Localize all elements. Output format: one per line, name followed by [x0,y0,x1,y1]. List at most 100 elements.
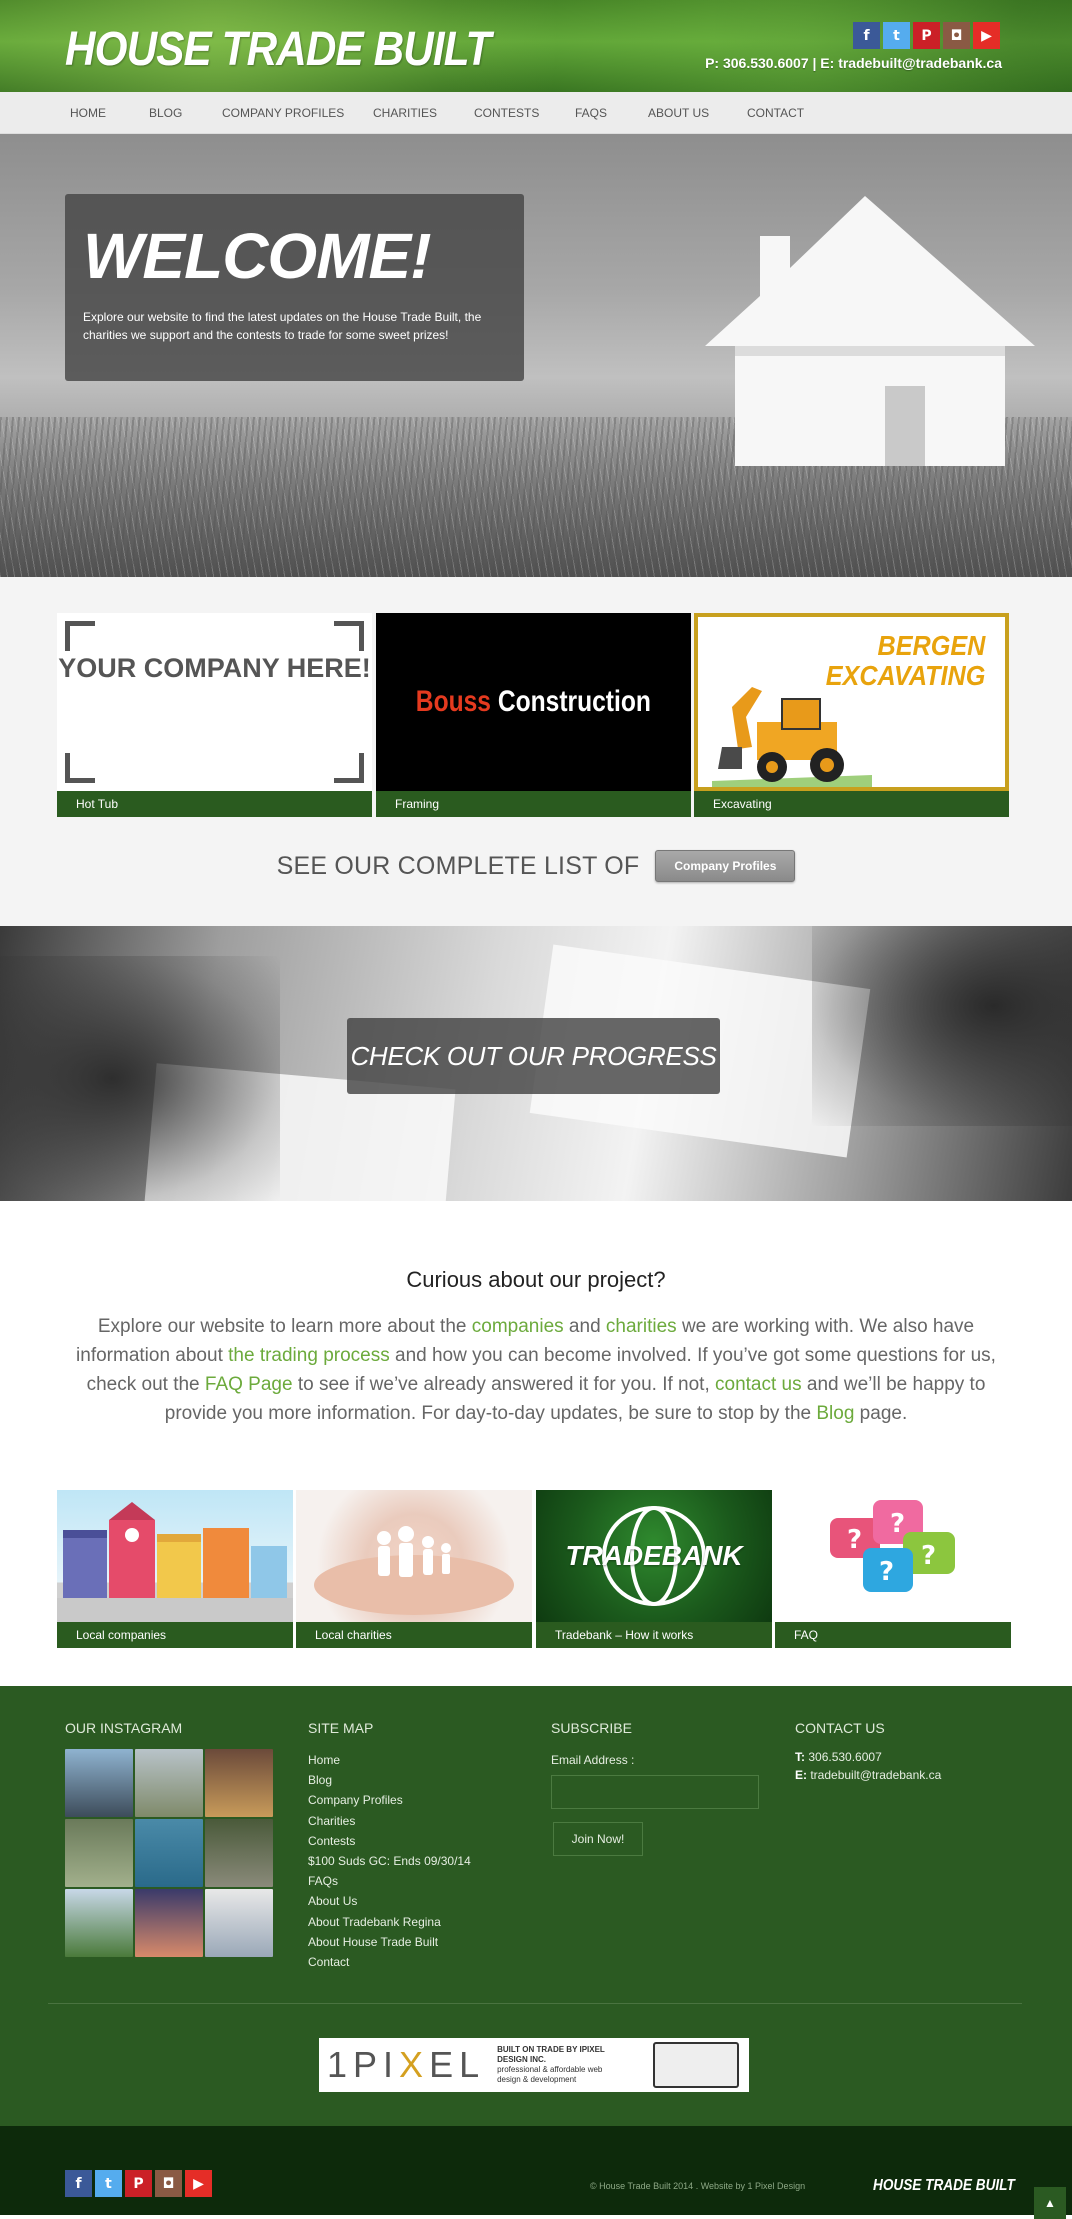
site-footer: OUR INSTAGRAM SITE MAP SUBSCRIBE CONTACT… [0,1686,1072,2126]
email-input[interactable] [551,1775,759,1809]
link-companies[interactable]: companies [472,1316,564,1337]
subscribe-title: SUBSCRIBE [551,1720,632,1736]
youtube-icon[interactable]: ▶ [973,22,1000,49]
see-list-text: SEE OUR COMPLETE LIST OF [276,851,640,880]
link-faq-page[interactable]: FAQ Page [205,1374,293,1395]
link-blog[interactable]: Blog [816,1403,854,1424]
profile-card-hot-tub[interactable]: YOUR COMPANY HERE! Hot Tub [57,613,372,817]
nav-about-us[interactable]: ABOUT US [648,106,747,120]
card-caption: Excavating [694,791,1009,817]
tile-caption: Local companies [57,1622,293,1648]
sitemap-link[interactable]: Home [308,1750,471,1770]
tile-tradebank[interactable]: TRADEBANK Tradebank – How it works [536,1490,772,1648]
svg-text:?: ? [890,1509,905,1539]
twitter-icon[interactable]: t [883,22,910,49]
instagram-photo[interactable] [65,1819,133,1887]
bergen-excavating-logo: BERGEN EXCAVATING [694,613,1009,791]
nav-blog[interactable]: BLOG [149,106,222,120]
curious-paragraph: Explore our website to learn more about … [76,1316,996,1424]
instagram-photo[interactable] [205,1889,273,1957]
your-company-image: YOUR COMPANY HERE! [57,613,372,791]
1pixel-banner[interactable]: 1PIXEL BUILT ON TRADE BY IPIXEL DESIGN I… [319,2038,749,2092]
footer-divider [48,2003,1022,2004]
twitter-icon[interactable]: t [95,2170,122,2197]
sitemap-list: Home Blog Company Profiles Charities Con… [308,1750,471,1972]
curious-title: Curious about our project? [406,1267,666,1292]
sitemap-link[interactable]: Contests [308,1831,471,1851]
welcome-title: WELCOME! [83,220,432,292]
footer-logo[interactable]: HOUSE TRADE BUILT [873,2177,1015,2195]
bouss-construction-logo: Bouss Construction [376,613,691,791]
nav-contests[interactable]: CONTESTS [474,106,575,120]
facebook-icon[interactable]: f [65,2170,92,2197]
header-contact: P: 306.530.6007 | E: tradebuilt@tradeban… [705,55,1002,71]
pinterest-icon[interactable]: P [125,2170,152,2197]
pinterest-icon[interactable]: P [913,22,940,49]
instagram-photo[interactable] [205,1819,273,1887]
question-bubbles-image: ???? [775,1490,1011,1622]
tile-local-charities[interactable]: Local charities [296,1490,532,1648]
nav-faqs[interactable]: FAQS [575,106,648,120]
profile-card-framing[interactable]: Bouss Construction Framing [376,613,691,817]
company-profiles-section: YOUR COMPANY HERE! Hot Tub Bouss Constru… [0,577,1072,926]
footer-email[interactable]: tradebuilt@tradebank.ca [810,1768,941,1782]
tile-faq[interactable]: ???? FAQ [775,1490,1011,1648]
svg-text:?: ? [879,1557,894,1587]
sitemap-title: SITE MAP [308,1720,374,1736]
nav-company-profiles[interactable]: COMPANY PROFILES [222,106,373,120]
hands-family-image [296,1490,532,1622]
link-contact-us[interactable]: contact us [715,1374,802,1395]
tile-caption: Tradebank – How it works [536,1622,772,1648]
link-trading-process[interactable]: the trading process [228,1345,390,1366]
join-now-button[interactable]: Join Now! [553,1822,643,1856]
instagram-photo[interactable] [65,1749,133,1817]
instagram-icon[interactable]: ◘ [155,2170,182,2197]
welcome-text: Explore our website to find the latest u… [83,310,482,342]
card-caption: Framing [376,791,691,817]
svg-text:?: ? [921,1541,936,1571]
hand-shape [0,956,280,1201]
back-to-top-button[interactable]: ▲ [1034,2187,1066,2219]
link-charities[interactable]: charities [606,1316,677,1337]
instagram-photo[interactable] [135,1749,203,1817]
sitemap-link[interactable]: About Tradebank Regina [308,1912,471,1932]
nav-charities[interactable]: CHARITIES [373,106,474,120]
welcome-box: WELCOME! Explore our website to find the… [65,194,524,381]
company-profiles-button[interactable]: Company Profiles [655,850,796,882]
your-company-text: YOUR COMPANY HERE! [58,653,371,683]
instagram-photo[interactable] [135,1819,203,1887]
nav-contact[interactable]: CONTACT [747,106,827,120]
facebook-icon[interactable]: f [853,22,880,49]
profile-card-excavating[interactable]: BERGEN EXCAVATING Excavating [694,613,1009,817]
storefronts-image [57,1490,293,1622]
copyright-text: © House Trade Built 2014 . Website by 1 … [590,2181,806,2191]
instagram-photo[interactable] [65,1889,133,1957]
backhoe-icon [712,687,872,787]
instagram-photo[interactable] [135,1889,203,1957]
sitemap-link[interactable]: Contact [308,1952,471,1972]
tile-local-companies[interactable]: Local companies [57,1490,293,1648]
sitemap-link[interactable]: Charities [308,1811,471,1831]
sitemap-link[interactable]: $100 Suds GC: Ends 09/30/14 [308,1851,471,1871]
sitemap-link[interactable]: FAQs [308,1871,471,1891]
instagram-icon[interactable]: ◘ [943,22,970,49]
sitemap-link[interactable]: Blog [308,1770,471,1790]
1pixel-logo: 1PIXEL [327,2044,486,2085]
footer-contact: T: 306.530.6007 E: tradebuilt@tradebank.… [795,1750,942,1782]
site-logo[interactable]: HOUSE TRADE BUILT [65,22,491,77]
device-icon [653,2042,739,2088]
check-progress-button[interactable]: CHECK OUT OUR PROGRESS [347,1018,720,1094]
nav-home[interactable]: HOME [70,106,149,120]
email-label: Email Address : [551,1753,635,1767]
youtube-icon[interactable]: ▶ [185,2170,212,2197]
bottom-bar: f t P ◘ ▶ © House Trade Built 2014 . Web… [0,2126,1072,2219]
sitemap-link[interactable]: Company Profiles [308,1790,471,1810]
tile-caption: Local charities [296,1622,532,1648]
footer-phone: 306.530.6007 [808,1750,882,1764]
instagram-photo[interactable] [205,1749,273,1817]
tile-caption: FAQ [775,1622,1011,1648]
sitemap-link[interactable]: About House Trade Built [308,1932,471,1952]
sitemap-link[interactable]: About Us [308,1891,471,1911]
contact-title: CONTACT US [795,1720,885,1736]
social-links-bottom: f t P ◘ ▶ [65,2170,212,2197]
